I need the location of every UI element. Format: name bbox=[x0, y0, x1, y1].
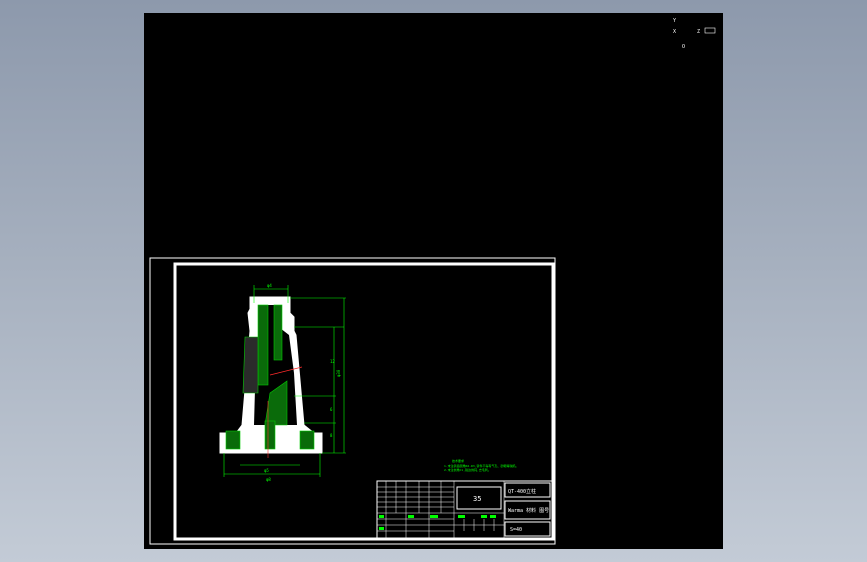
scale-text: 35 bbox=[473, 495, 481, 503]
technical-notes: 技术要求 1.未注铸造圆角R2-R3,铸件不得有气孔、砂眼等缺陷。 2.未注倒角… bbox=[444, 458, 518, 472]
svg-text:φ30: φ30 bbox=[336, 369, 341, 377]
drawing-number: S=40 bbox=[510, 527, 522, 533]
notes-line-2: 2.未注倒角C1,锐边倒钝,去毛刺。 bbox=[444, 467, 491, 472]
ucs-marker-icon: Y X Z O bbox=[673, 18, 716, 50]
drawing-name: QT-400立柱 bbox=[508, 488, 536, 495]
ucs-marker-o: O bbox=[682, 44, 685, 50]
svg-text:8: 8 bbox=[330, 433, 333, 438]
svg-text:φ8: φ8 bbox=[266, 477, 271, 482]
notes-title: 技术要求 bbox=[452, 458, 464, 463]
material-text: Warma 材料 图号 bbox=[508, 507, 549, 514]
cad-drawing-viewport[interactable]: Y X Z O φ4 φ5 φ8 φ30 12 6 8 技术要求 1.未注铸造圆… bbox=[144, 13, 723, 549]
svg-text:12: 12 bbox=[330, 359, 335, 364]
svg-text:6: 6 bbox=[330, 407, 333, 412]
ucs-marker-z: Z bbox=[697, 29, 700, 35]
drawing-canvas: Y X Z O φ4 φ5 φ8 φ30 12 6 8 技术要求 1.未注铸造圆… bbox=[149, 18, 716, 545]
ucs-marker-y: Y bbox=[673, 18, 676, 24]
title-block-texts: 35 QT-400立柱 Warma 材料 图号 S=40 bbox=[473, 488, 549, 533]
svg-text:φ4: φ4 bbox=[267, 283, 272, 288]
sheet-inner-frame bbox=[173, 262, 555, 541]
sheet-outer-border bbox=[149, 257, 556, 545]
svg-text:φ5: φ5 bbox=[264, 468, 269, 473]
part-section-view bbox=[219, 296, 323, 458]
ucs-marker-x: X bbox=[673, 29, 676, 35]
